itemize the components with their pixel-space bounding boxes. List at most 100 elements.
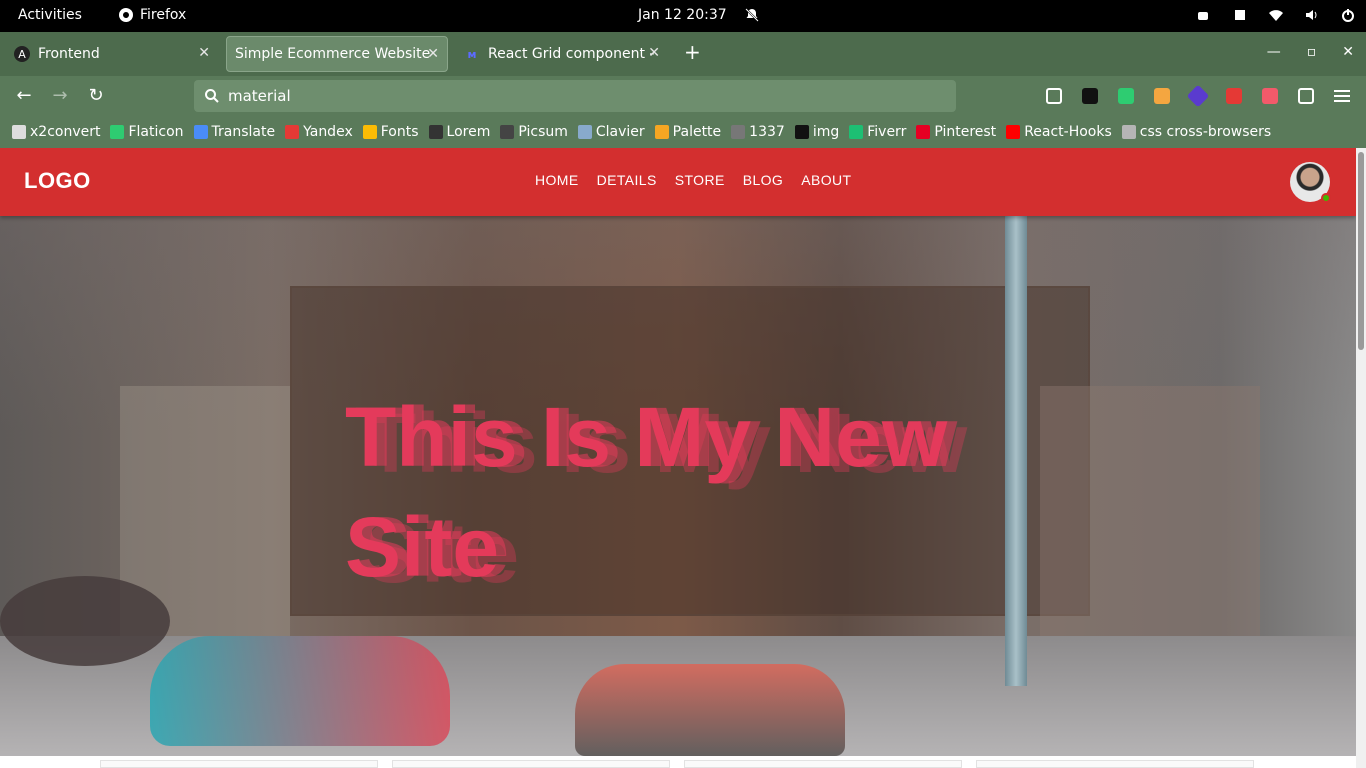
product-card[interactable] [100,760,378,768]
wifi-icon[interactable] [1268,7,1284,23]
bookmark-favicon-icon [577,125,592,139]
tab-react-grid[interactable]: ᴍ React Grid component - M ✕ [456,36,668,72]
mui-icon: ᴍ [467,47,477,61]
bookmark-css-cross-browsers[interactable]: css cross-browsers [1121,124,1271,140]
hero-scooter-left [150,636,450,746]
user-avatar[interactable] [1290,162,1331,203]
notifications-off-icon [745,8,759,22]
tab-frontend[interactable]: A Frontend ✕ [6,36,218,72]
bookmark-favicon-icon [731,125,746,139]
coffee-icon[interactable] [1196,7,1212,23]
bookmark-label: React-Hooks [1024,124,1112,140]
bookmark-fiverr[interactable]: Fiverr [849,124,906,140]
product-card[interactable] [976,760,1254,768]
power-icon[interactable] [1340,7,1356,23]
search-icon [205,89,219,103]
maximize-icon[interactable]: ▫ [1307,44,1317,60]
extension-shield-icon[interactable] [1118,88,1134,104]
pocket-icon[interactable] [1046,88,1062,104]
close-window-icon[interactable]: ✕ [1342,44,1354,60]
extensions-icon[interactable] [1232,7,1248,23]
bookmark-flaticon[interactable]: Flaticon [110,124,184,140]
bookmark-lorem[interactable]: Lorem [428,124,490,140]
bookmark-translate[interactable]: Translate [193,124,276,140]
bookmark-label: x2convert [30,124,101,140]
bookmark-favicon-icon [110,125,125,139]
new-tab-button[interactable]: + [684,42,701,62]
bookmark-label: Palette [672,124,722,140]
bookmark-picsum[interactable]: Picsum [500,124,568,140]
bookmark-x2convert[interactable]: x2convert [12,124,100,140]
nav-details[interactable]: DETAILS [588,172,666,188]
volume-icon[interactable] [1304,7,1320,23]
url-text: material [228,87,291,105]
bookmark-yandex[interactable]: Yandex [285,124,353,140]
bookmark-palette[interactable]: Palette [654,124,722,140]
extension-lion-icon[interactable] [1154,88,1170,104]
bookmark-favicon-icon [1121,125,1136,139]
bookmark-label: Yandex [303,124,353,140]
back-button[interactable]: ← [14,86,34,106]
hero-banner: This Is My New Site [0,216,1356,756]
tab-label: Frontend [38,46,100,62]
app-name: Firefox [140,7,187,23]
bookmark-favicon-icon [1006,125,1021,139]
page-scrollbar-thumb[interactable] [1358,152,1364,350]
bookmark-label: img [812,124,840,140]
bookmark-label: Translate [211,124,276,140]
online-status-badge [1321,193,1331,203]
bookmark-1337[interactable]: 1337 [731,124,785,140]
hero-title: This Is My New Site [345,390,948,594]
close-tab-icon[interactable]: ✕ [427,46,439,62]
nav-store[interactable]: STORE [666,172,734,188]
extension-monster-icon[interactable] [1262,88,1278,104]
reload-button[interactable]: ↻ [86,86,106,106]
bookmarks-toolbar: x2convert Flaticon Translate Yandex Fonts Lor… [0,116,1366,148]
bookmark-favicon-icon [193,125,208,139]
site-header: LOGO HOME DETAILS STORE BLOG ABOUT [0,148,1356,216]
nav-home[interactable]: HOME [526,172,588,188]
bookmark-clavier[interactable]: Clavier [577,124,645,140]
hero-window-right [1040,386,1260,666]
nav-blog[interactable]: BLOG [734,172,793,188]
navigation-toolbar: ← → ↻ material [0,76,1366,116]
site-nav: HOME DETAILS STORE BLOG ABOUT [526,172,860,188]
bookmark-favicon-icon [12,125,26,139]
extension-gnome-icon[interactable] [1082,88,1098,104]
bookmark-fonts[interactable]: Fonts [362,124,419,140]
bookmark-favicon-icon [654,125,669,139]
product-card[interactable] [392,760,670,768]
open-external-icon[interactable] [1298,88,1314,104]
extension-diamond-icon[interactable] [1186,84,1210,108]
activities-button[interactable]: Activities [18,7,82,23]
minimize-icon[interactable]: — [1267,44,1281,60]
site-logo[interactable]: LOGO [24,168,91,194]
hero-pole [1005,216,1027,686]
app-menu[interactable]: Firefox [118,7,186,23]
bookmark-favicon-icon [794,125,809,139]
page-viewport: LOGO HOME DETAILS STORE BLOG ABOUT This … [0,148,1356,768]
extension-colorpick-icon[interactable] [1226,88,1242,104]
close-tab-icon[interactable]: ✕ [648,45,660,61]
bookmark-favicon-icon [849,125,864,139]
product-card[interactable] [684,760,962,768]
bookmark-react-hooks[interactable]: React-Hooks [1006,124,1112,140]
forward-button[interactable]: → [50,86,70,106]
product-cards-row [0,760,1356,768]
bookmark-label: Clavier [595,124,645,140]
bookmark-label: Pinterest [934,124,997,140]
nav-about[interactable]: ABOUT [792,172,860,188]
bookmark-favicon-icon [428,125,443,139]
tab-strip: A Frontend ✕ Simple Ecommerce Website ✕ … [0,32,1366,76]
bookmark-favicon-icon [500,125,515,139]
url-bar[interactable]: material [194,80,956,112]
tab-label: Simple Ecommerce Website [235,46,431,62]
hamburger-menu-icon[interactable] [1334,88,1350,104]
bookmark-pinterest[interactable]: Pinterest [916,124,996,140]
clock[interactable]: Jan 12 20:37 [638,7,727,23]
system-top-bar: Activities Firefox Jan 12 20:37 [0,0,1366,32]
tab-simple-ecommerce[interactable]: Simple Ecommerce Website ✕ [226,36,448,72]
bookmark-label: Picsum [518,124,568,140]
bookmark-img[interactable]: img [794,124,840,140]
close-tab-icon[interactable]: ✕ [198,45,210,61]
